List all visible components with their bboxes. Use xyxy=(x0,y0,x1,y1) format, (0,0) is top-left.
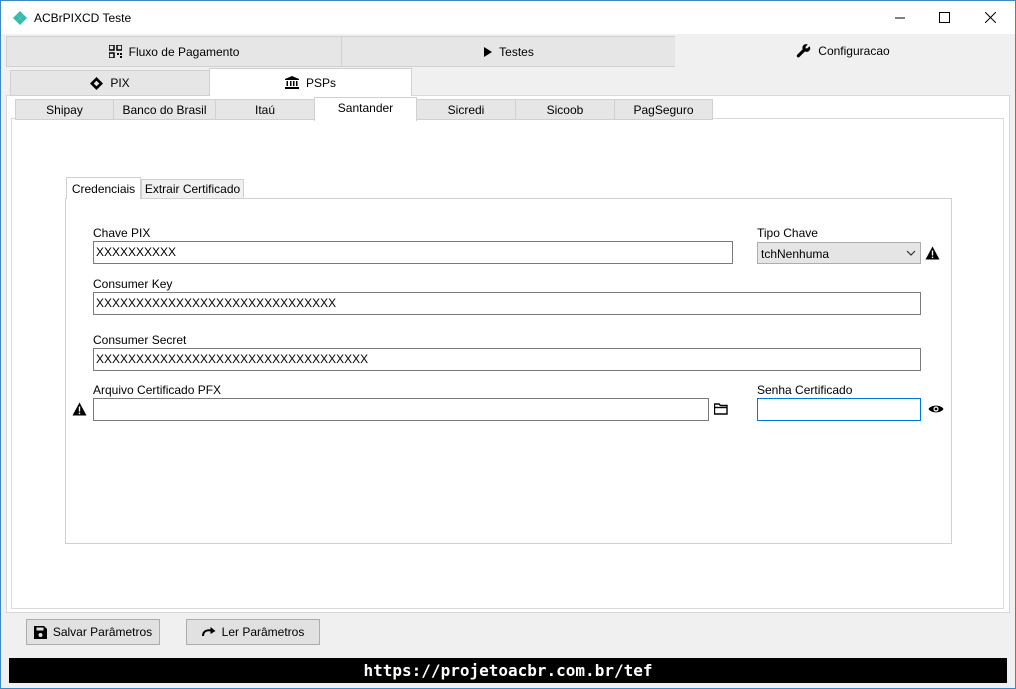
tab-label: Fluxo de Pagamento xyxy=(128,44,240,59)
tab-label: PagSeguro xyxy=(633,102,694,117)
tab-extrair-certificado[interactable]: Extrair Certificado xyxy=(141,179,244,199)
tab-fluxo-pagamento[interactable]: Fluxo de Pagamento xyxy=(6,36,342,67)
tab-label: Credenciais xyxy=(71,182,136,196)
arquivo-pfx-label: Arquivo Certificado PFX xyxy=(93,383,222,397)
wrench-icon xyxy=(797,44,811,58)
window-title: ACBrPIXCD Teste xyxy=(34,11,132,25)
tab-label: Itaú xyxy=(254,102,275,117)
senha-certificado-input[interactable] xyxy=(757,398,921,421)
consumer-key-label: Consumer Key xyxy=(93,277,173,291)
save-icon xyxy=(33,625,47,639)
tab-psps[interactable]: PSPs xyxy=(209,68,412,96)
tab-label: Sicoob xyxy=(546,102,584,117)
status-url[interactable]: https://projetoacbr.com.br/tef xyxy=(364,661,653,680)
app-window: ACBrPIXCD Teste Fluxo de Pagamento Teste… xyxy=(0,0,1016,689)
salvar-parametros-button[interactable]: Salvar Parâmetros xyxy=(26,619,160,645)
tab-psp-santander[interactable]: Santander xyxy=(314,97,417,121)
tab-psp-sicredi[interactable]: Sicredi xyxy=(416,99,516,120)
tab-pix[interactable]: PIX xyxy=(10,70,210,96)
maximize-button[interactable] xyxy=(921,1,967,34)
senha-certificado-label: Senha Certificado xyxy=(757,383,853,397)
maximize-icon xyxy=(938,12,950,23)
button-label: Salvar Parâmetros xyxy=(52,625,153,639)
close-button[interactable] xyxy=(967,1,1013,34)
minimize-button[interactable] xyxy=(877,1,923,34)
redo-icon xyxy=(201,627,216,637)
consumer-secret-input[interactable]: XXXXXXXXXXXXXXXXXXXXXXXXXXXXXXXXXX xyxy=(93,348,921,371)
eye-icon[interactable] xyxy=(928,404,944,414)
close-icon xyxy=(984,12,996,23)
chevron-down-icon xyxy=(906,250,916,256)
consumer-key-input[interactable]: XXXXXXXXXXXXXXXXXXXXXXXXXXXXXX xyxy=(93,292,921,315)
tab-label: PIX xyxy=(110,76,130,90)
tab-label: Extrair Certificado xyxy=(144,182,241,196)
tab-credenciais[interactable]: Credenciais xyxy=(66,177,141,199)
tipo-chave-label: Tipo Chave xyxy=(757,226,818,240)
pix-logo-icon xyxy=(13,11,27,25)
tab-configuracao[interactable]: Configuracao xyxy=(675,34,1011,67)
chave-pix-label: Chave PIX xyxy=(93,226,151,240)
tab-label: PSPs xyxy=(305,75,336,90)
qrcode-icon xyxy=(108,45,122,58)
title-bar: ACBrPIXCD Teste xyxy=(1,1,1015,34)
tab-label: Santander xyxy=(337,100,394,115)
button-label: Ler Parâmetros xyxy=(221,625,305,639)
chave-pix-input[interactable]: XXXXXXXXXX xyxy=(93,241,733,264)
status-bar: https://projetoacbr.com.br/tef xyxy=(9,658,1007,683)
tipo-chave-select[interactable]: tchNenhuma xyxy=(757,242,921,264)
tab-label: Shipay xyxy=(46,102,83,117)
consumer-secret-label: Consumer Secret xyxy=(93,333,187,347)
tab-label: Testes xyxy=(499,44,534,59)
tab-label: Sicredi xyxy=(447,102,485,117)
tab-psp-itau[interactable]: Itaú xyxy=(215,99,315,120)
ler-parametros-button[interactable]: Ler Parâmetros xyxy=(186,619,320,645)
tab-psp-banco-do-brasil[interactable]: Banco do Brasil xyxy=(113,99,216,120)
tab-psp-pagseguro[interactable]: PagSeguro xyxy=(614,99,713,120)
tab-testes[interactable]: Testes xyxy=(341,36,676,67)
tab-psp-sicoob[interactable]: Sicoob xyxy=(515,99,615,120)
tab-label: Banco do Brasil xyxy=(122,102,207,117)
warning-icon xyxy=(925,246,940,260)
warning-icon xyxy=(72,402,87,416)
play-icon xyxy=(484,46,493,57)
tab-psp-shipay[interactable]: Shipay xyxy=(15,99,114,120)
minimize-icon xyxy=(894,17,905,19)
pix-icon xyxy=(90,76,104,90)
arquivo-pfx-input[interactable] xyxy=(93,398,709,421)
tipo-chave-value: tchNenhuma xyxy=(761,247,830,261)
folder-open-icon[interactable] xyxy=(714,403,728,415)
tab-label: Configuracao xyxy=(818,43,890,58)
bank-icon xyxy=(284,76,299,89)
